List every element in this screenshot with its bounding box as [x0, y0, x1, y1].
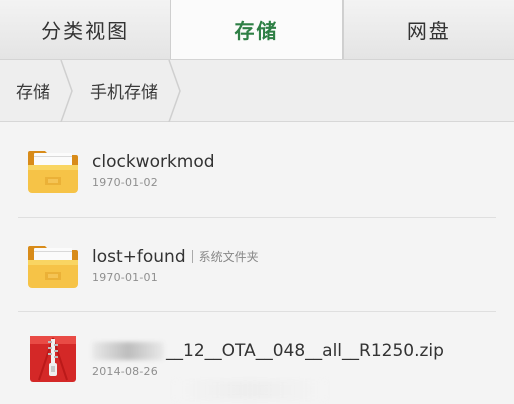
system-folder-tag: 系统文件夹 [191, 246, 259, 268]
tag-separator [191, 250, 193, 263]
blurred-detail [175, 381, 325, 399]
breadcrumb-chevron-icon [60, 59, 74, 122]
tab-cloud-drive-label: 网盘 [406, 19, 451, 43]
file-info: lost+found 系统文件夹 1970-01-01 [92, 246, 259, 285]
tab-category-view[interactable]: 分类视图 [0, 0, 170, 59]
folder-icon [26, 238, 80, 292]
breadcrumb-phone-storage-label: 手机存储 [90, 83, 158, 103]
folder-icon [26, 143, 80, 197]
file-date: 2014-08-26 [92, 364, 158, 378]
file-name: lost+found [92, 246, 186, 267]
blurred-name-prefix [92, 341, 164, 360]
tab-storage-label: 存储 [234, 19, 279, 43]
tab-storage[interactable]: 存储 [170, 0, 343, 59]
breadcrumb-item-phone-storage[interactable]: 手机存储 [74, 60, 168, 121]
breadcrumb-end-chevron-icon [168, 59, 182, 122]
breadcrumb-item-storage[interactable]: 存储 [0, 60, 60, 121]
breadcrumb: 存储 手机存储 [0, 59, 514, 122]
tab-cloud-drive[interactable]: 网盘 [342, 0, 514, 59]
file-name: __12__OTA__048__all__R1250.zip [166, 340, 444, 361]
file-date: 1970-01-01 [92, 270, 158, 284]
file-manager-window: 分类视图 存储 网盘 存储 手机存储 clockworkmod 1970-01-… [0, 0, 514, 404]
file-row-clockworkmod[interactable]: clockworkmod 1970-01-02 [0, 122, 514, 218]
zip-icon [26, 332, 80, 386]
top-tab-bar: 分类视图 存储 网盘 [0, 0, 514, 60]
file-row-zip[interactable]: __12__OTA__048__all__R1250.zip 2014-08-2… [0, 312, 514, 404]
system-folder-label: 系统文件夹 [198, 249, 259, 264]
file-date: 1970-01-02 [92, 175, 158, 189]
file-row-lost-found[interactable]: lost+found 系统文件夹 1970-01-01 [0, 218, 514, 312]
file-info: __12__OTA__048__all__R1250.zip 2014-08-2… [92, 340, 444, 379]
file-list: clockworkmod 1970-01-02 lost+found 系统文件夹… [0, 122, 514, 404]
tab-category-view-label: 分类视图 [41, 19, 130, 43]
file-info: clockworkmod 1970-01-02 [92, 151, 215, 190]
file-name: clockworkmod [92, 151, 215, 172]
breadcrumb-storage-label: 存储 [16, 83, 50, 103]
